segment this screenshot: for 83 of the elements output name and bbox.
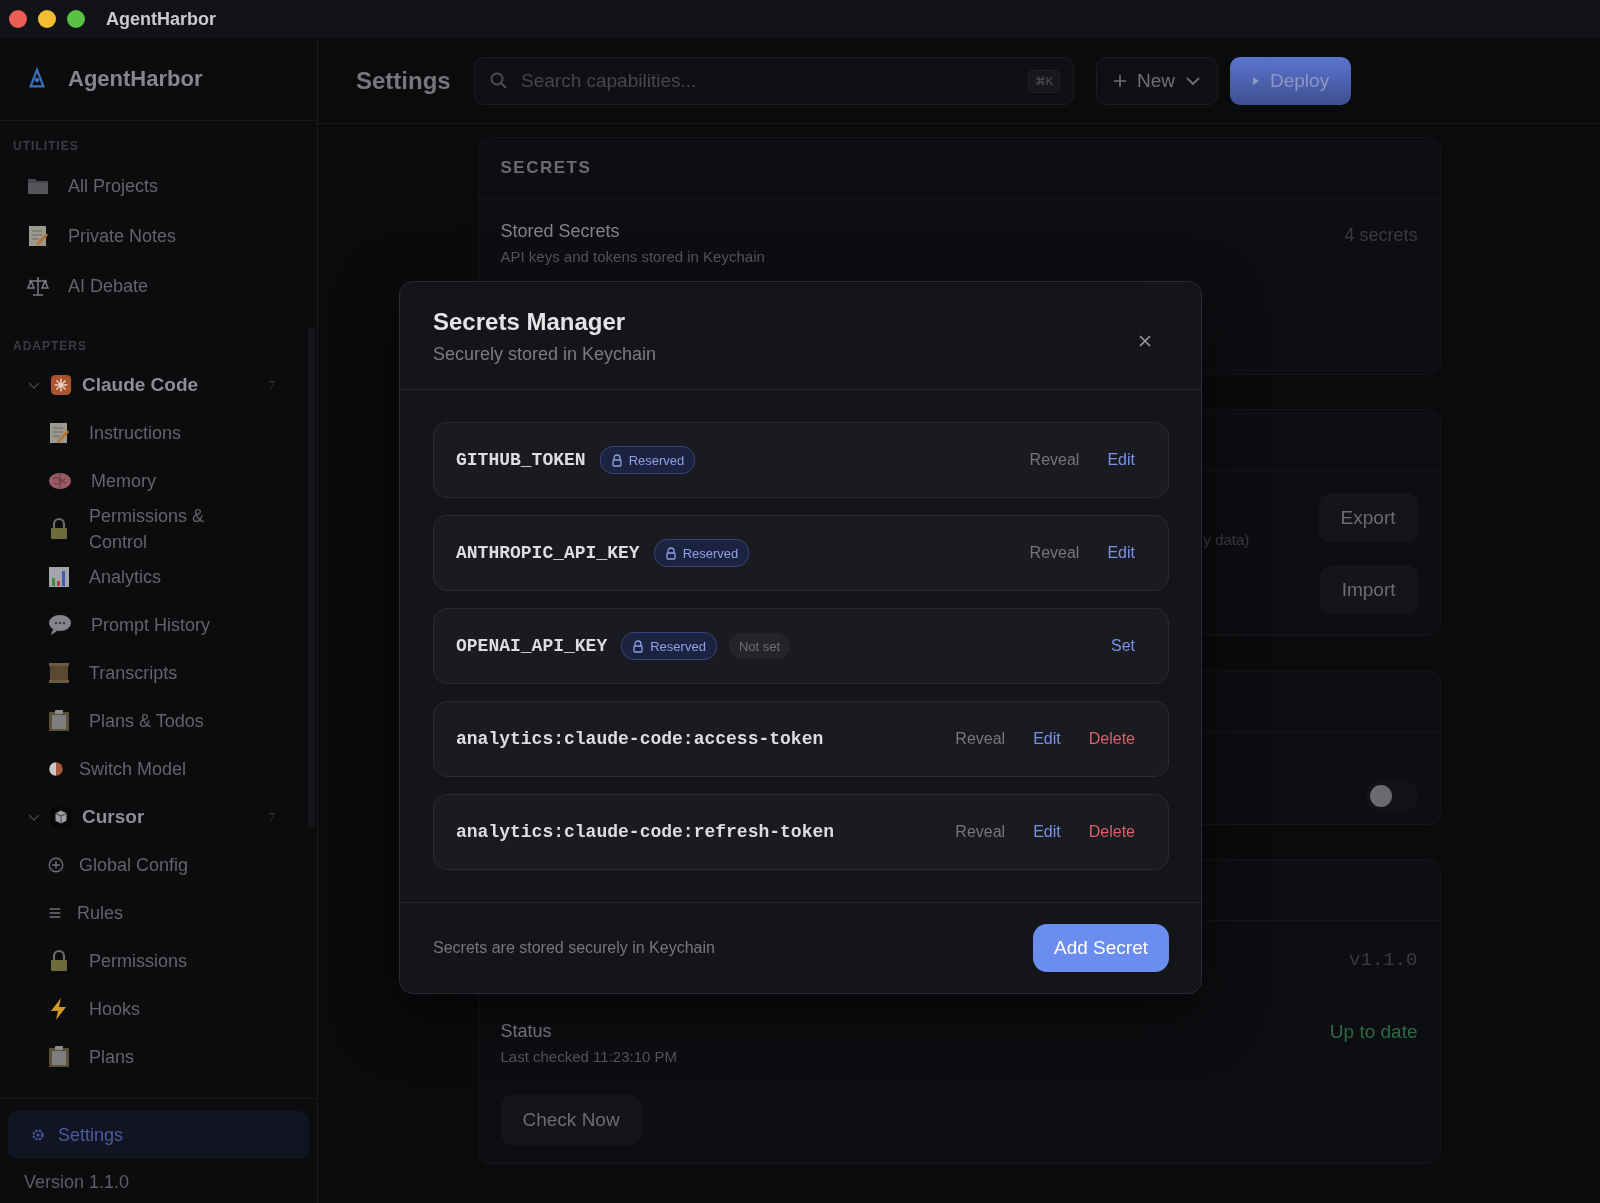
notepad-icon (26, 224, 50, 248)
reserved-badge: Reserved (621, 632, 717, 660)
new-button[interactable]: New (1096, 56, 1218, 105)
sidebar-item[interactable]: Permissions (0, 937, 301, 985)
sidebar-item[interactable]: Analytics (0, 553, 301, 601)
status-badge: Not set (728, 633, 791, 659)
clipboard-icon (47, 709, 71, 733)
reveal-button[interactable]: Reveal (1029, 544, 1080, 562)
notepad-icon (47, 421, 71, 445)
edit-button[interactable]: Edit (1033, 823, 1061, 841)
sidebar-item[interactable]: Private Notes (0, 211, 301, 261)
setting-description: Last checked 11:23:10 PM (500, 1048, 678, 1065)
sidebar-item[interactable]: All Projects (0, 161, 301, 211)
settings-icon (30, 1127, 46, 1143)
update-status: Up to date (1329, 1021, 1418, 1043)
split-circle-icon (47, 759, 65, 779)
sidebar-item[interactable]: Prompt History (0, 601, 301, 649)
play-icon (1252, 75, 1260, 86)
bar-chart-icon (47, 565, 71, 589)
adapter-name[interactable]: Claude Code (82, 374, 269, 396)
set-button[interactable]: Set (1111, 637, 1135, 655)
setting-description: API keys and tokens stored in Keychain (500, 248, 766, 265)
list-icon (47, 905, 63, 921)
adapter-name[interactable]: Cursor (82, 806, 269, 828)
sidebar-item[interactable]: Instructions (0, 409, 301, 457)
lock-icon (632, 639, 645, 653)
export-button[interactable]: Export (1318, 493, 1418, 543)
secret-name: analytics:claude-code:refresh-token (456, 822, 835, 842)
footer-note: Secrets are stored securely in Keychain (433, 939, 716, 957)
sidebar-item[interactable]: Rules (0, 889, 301, 937)
section-heading: SECRETS (500, 158, 592, 178)
secret-name: OPENAI_API_KEY (456, 636, 608, 656)
search-icon (490, 71, 508, 90)
plus-icon (1113, 73, 1127, 88)
setting-title: Status (500, 1021, 553, 1042)
settings-nav-item[interactable]: Settings (8, 1111, 309, 1159)
reveal-button[interactable]: Reveal (955, 823, 1006, 841)
window-title: AgentHarbor (106, 8, 216, 30)
close-window-icon (9, 10, 27, 28)
check-now-button[interactable]: Check Now (500, 1095, 642, 1145)
close-icon (1138, 334, 1152, 348)
deploy-button[interactable]: Deploy (1230, 56, 1352, 105)
sidebar-item[interactable]: Plans (0, 1033, 301, 1081)
version-label: Version 1.1.0 (23, 1171, 131, 1193)
reveal-button[interactable]: Reveal (955, 730, 1006, 748)
secret-name: GITHUB_TOKEN (456, 450, 586, 470)
speech-bubble-icon (47, 613, 73, 637)
import-button[interactable]: Import (1319, 565, 1418, 615)
toggle-switch[interactable] (1365, 780, 1418, 812)
sidebar-item[interactable]: Plans & Todos (0, 697, 301, 745)
scales-icon (26, 274, 50, 298)
secret-name: analytics:claude-code:access-token (456, 729, 824, 749)
add-secret-button[interactable]: Add Secret (1033, 924, 1169, 972)
zoom-window-icon (67, 10, 85, 28)
starburst-icon (50, 374, 72, 396)
reveal-button[interactable]: Reveal (1029, 451, 1080, 469)
cube-icon (50, 806, 72, 828)
lock-icon (610, 453, 623, 467)
reserved-badge: Reserved (653, 539, 750, 567)
sidebar-item[interactable]: Global Config (0, 841, 301, 889)
dialog-subtitle: Securely stored in Keychain (433, 344, 658, 365)
delete-button[interactable]: Delete (1088, 823, 1135, 841)
dialog-title: Secrets Manager (433, 308, 627, 336)
edit-button[interactable]: Edit (1033, 730, 1061, 748)
clipboard-icon (47, 1045, 71, 1069)
app-name: AgentHarbor (68, 66, 203, 92)
plus-circle-icon (47, 856, 65, 874)
lock-icon (664, 546, 677, 560)
setting-title: Stored Secrets (500, 221, 621, 242)
sidebar-item[interactable]: Memory (0, 457, 301, 505)
sidebar-item[interactable]: Transcripts (0, 649, 301, 697)
delete-button[interactable]: Delete (1088, 730, 1135, 748)
scroll-icon (47, 661, 71, 685)
sidebar-item[interactable]: Switch Model (0, 745, 301, 793)
sidebar-item[interactable]: AI Debate (0, 261, 301, 311)
reserved-badge: Reserved (599, 446, 696, 474)
edit-button[interactable]: Edit (1107, 544, 1135, 562)
sidebar-item[interactable]: Hooks (0, 985, 301, 1033)
secret-name: ANTHROPIC_API_KEY (456, 543, 640, 563)
minimize-window-icon (38, 10, 56, 28)
page-title: Settings (356, 66, 452, 95)
sidebar-item[interactable]: Permissions & Control (0, 505, 301, 553)
edit-button[interactable]: Edit (1107, 451, 1135, 469)
